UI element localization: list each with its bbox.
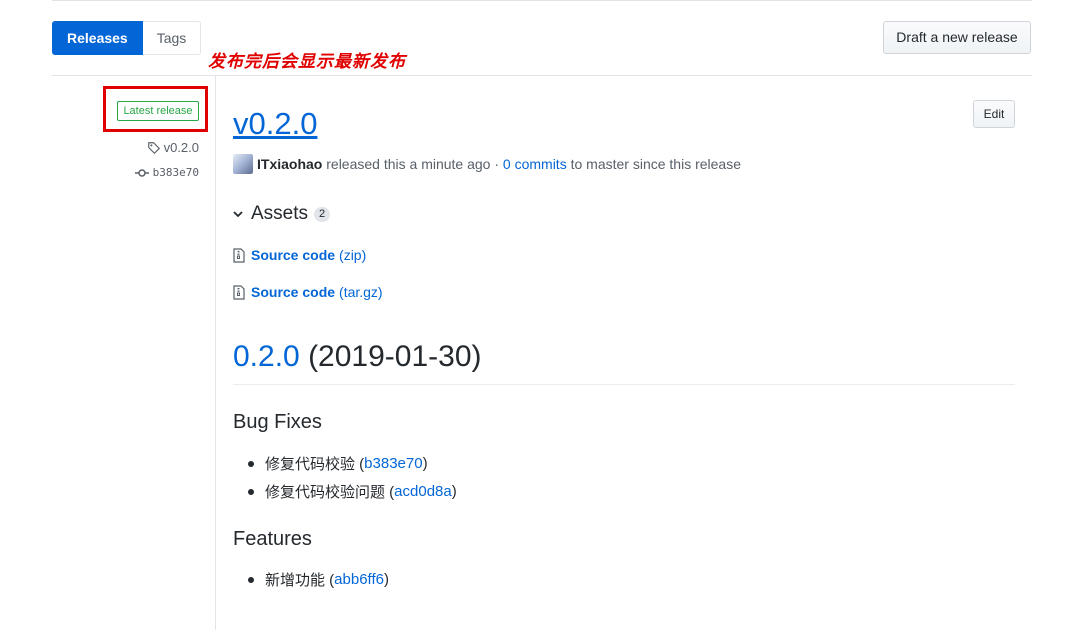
edit-release-button[interactable]: Edit [973, 100, 1015, 128]
asset-name: Source code [251, 247, 336, 263]
bullet [248, 488, 254, 495]
asset-source-zip[interactable]: Source code (zip) [233, 247, 366, 263]
commits-since-link[interactable]: 0 commits [503, 156, 567, 172]
sidebar-tag[interactable]: v0.2.0 [147, 140, 199, 155]
chevron-down-icon [233, 211, 243, 218]
list-item-text: 修复代码校验问题 ( [265, 484, 395, 501]
draft-new-release-button[interactable]: Draft a new release [883, 21, 1031, 54]
list-item-text: 修复代码校验 ( [265, 456, 365, 473]
list-item-text: 新增功能 ( [265, 572, 335, 589]
release-meta: ITxiaohao released this a minute ago · 0… [233, 154, 741, 174]
commit-link[interactable]: abb6ff6 [334, 571, 384, 588]
asset-source-targz[interactable]: Source code (tar.gz) [233, 284, 383, 300]
sidebar-commit-hash: b383e70 [152, 166, 199, 179]
assets-heading: Assets [251, 203, 309, 224]
list-item: 新增功能 (abb6ff6) [248, 569, 389, 590]
header-divider [52, 75, 1032, 76]
commits-suffix-text: to master since this release [566, 156, 741, 172]
tag-icon [147, 141, 160, 154]
bullet [248, 460, 254, 467]
git-commit-icon [134, 168, 149, 177]
file-zip-icon [233, 284, 245, 300]
asset-ext: (tar.gz) [339, 284, 383, 300]
section-heading-bug-fixes: Bug Fixes [233, 411, 322, 433]
list-item-close: ) [451, 483, 457, 500]
asset-ext: (zip) [339, 247, 367, 263]
asset-name: Source code [251, 284, 336, 300]
timeline-line [215, 76, 216, 630]
file-zip-icon [233, 247, 245, 263]
annotation-text: 发布完后会显示最新发布 [208, 52, 406, 72]
bullet [248, 576, 254, 583]
notes-version-heading: 0.2.0 (2019-01-30) [233, 336, 482, 378]
release-tabs: Releases Tags [52, 21, 202, 55]
assets-toggle[interactable]: Assets 2 [233, 203, 331, 225]
sidebar-tag-label: v0.2.0 [163, 140, 199, 155]
sidebar-commit[interactable]: b383e70 [134, 166, 199, 179]
list-item-close: ) [422, 455, 428, 472]
avatar[interactable] [233, 154, 253, 174]
list-item-close: ) [383, 571, 389, 588]
top-divider [52, 0, 1032, 1]
list-item: 修复代码校验 (b383e70) [248, 453, 428, 474]
commit-link[interactable]: acd0d8a [394, 483, 452, 500]
latest-release-badge: Latest release [117, 101, 199, 121]
notes-version-link[interactable]: 0.2.0 [233, 340, 300, 373]
release-title-link[interactable]: v0.2.0 [233, 104, 317, 144]
commit-link[interactable]: b383e70 [364, 455, 422, 472]
notes-divider [233, 384, 1015, 385]
release-time-text: released this a minute ago · [322, 156, 503, 172]
tab-tags[interactable]: Tags [142, 21, 202, 55]
list-item: 修复代码校验问题 (acd0d8a) [248, 481, 457, 502]
tab-releases[interactable]: Releases [52, 21, 143, 55]
release-author-link[interactable]: ITxiaohao [257, 156, 322, 172]
notes-version-date: (2019-01-30) [299, 340, 482, 373]
assets-count-badge: 2 [314, 206, 331, 222]
section-heading-features: Features [233, 528, 312, 550]
